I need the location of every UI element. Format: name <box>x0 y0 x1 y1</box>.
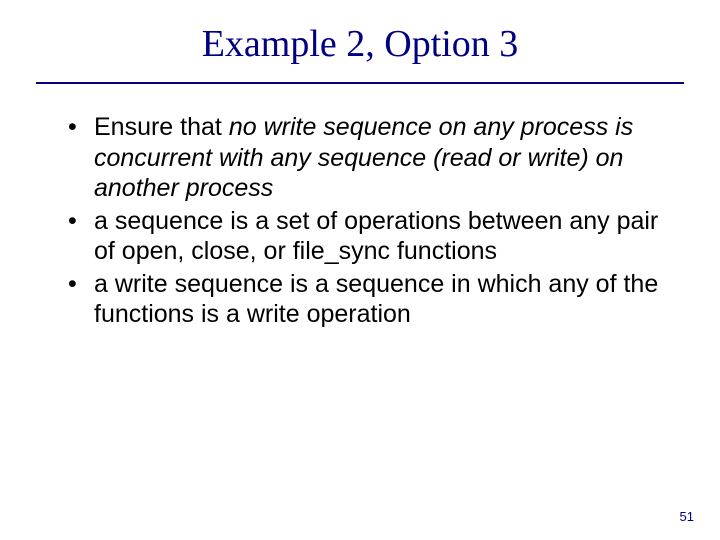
slide-title: Example 2, Option 3 <box>0 0 720 76</box>
slide-body: Ensure that no write sequence on any pro… <box>0 84 720 330</box>
list-item: a sequence is a set of operations betwee… <box>64 206 660 267</box>
bullet-list: Ensure that no write sequence on any pro… <box>64 112 660 330</box>
bullet-lead: a write sequence is a sequence in which … <box>94 270 658 329</box>
slide: Example 2, Option 3 Ensure that no write… <box>0 0 720 540</box>
bullet-lead: a sequence is a set of operations betwee… <box>94 207 658 266</box>
list-item: Ensure that no write sequence on any pro… <box>64 112 660 204</box>
bullet-lead: Ensure that <box>94 113 229 141</box>
list-item: a write sequence is a sequence in which … <box>64 269 660 330</box>
page-number: 51 <box>680 509 694 524</box>
